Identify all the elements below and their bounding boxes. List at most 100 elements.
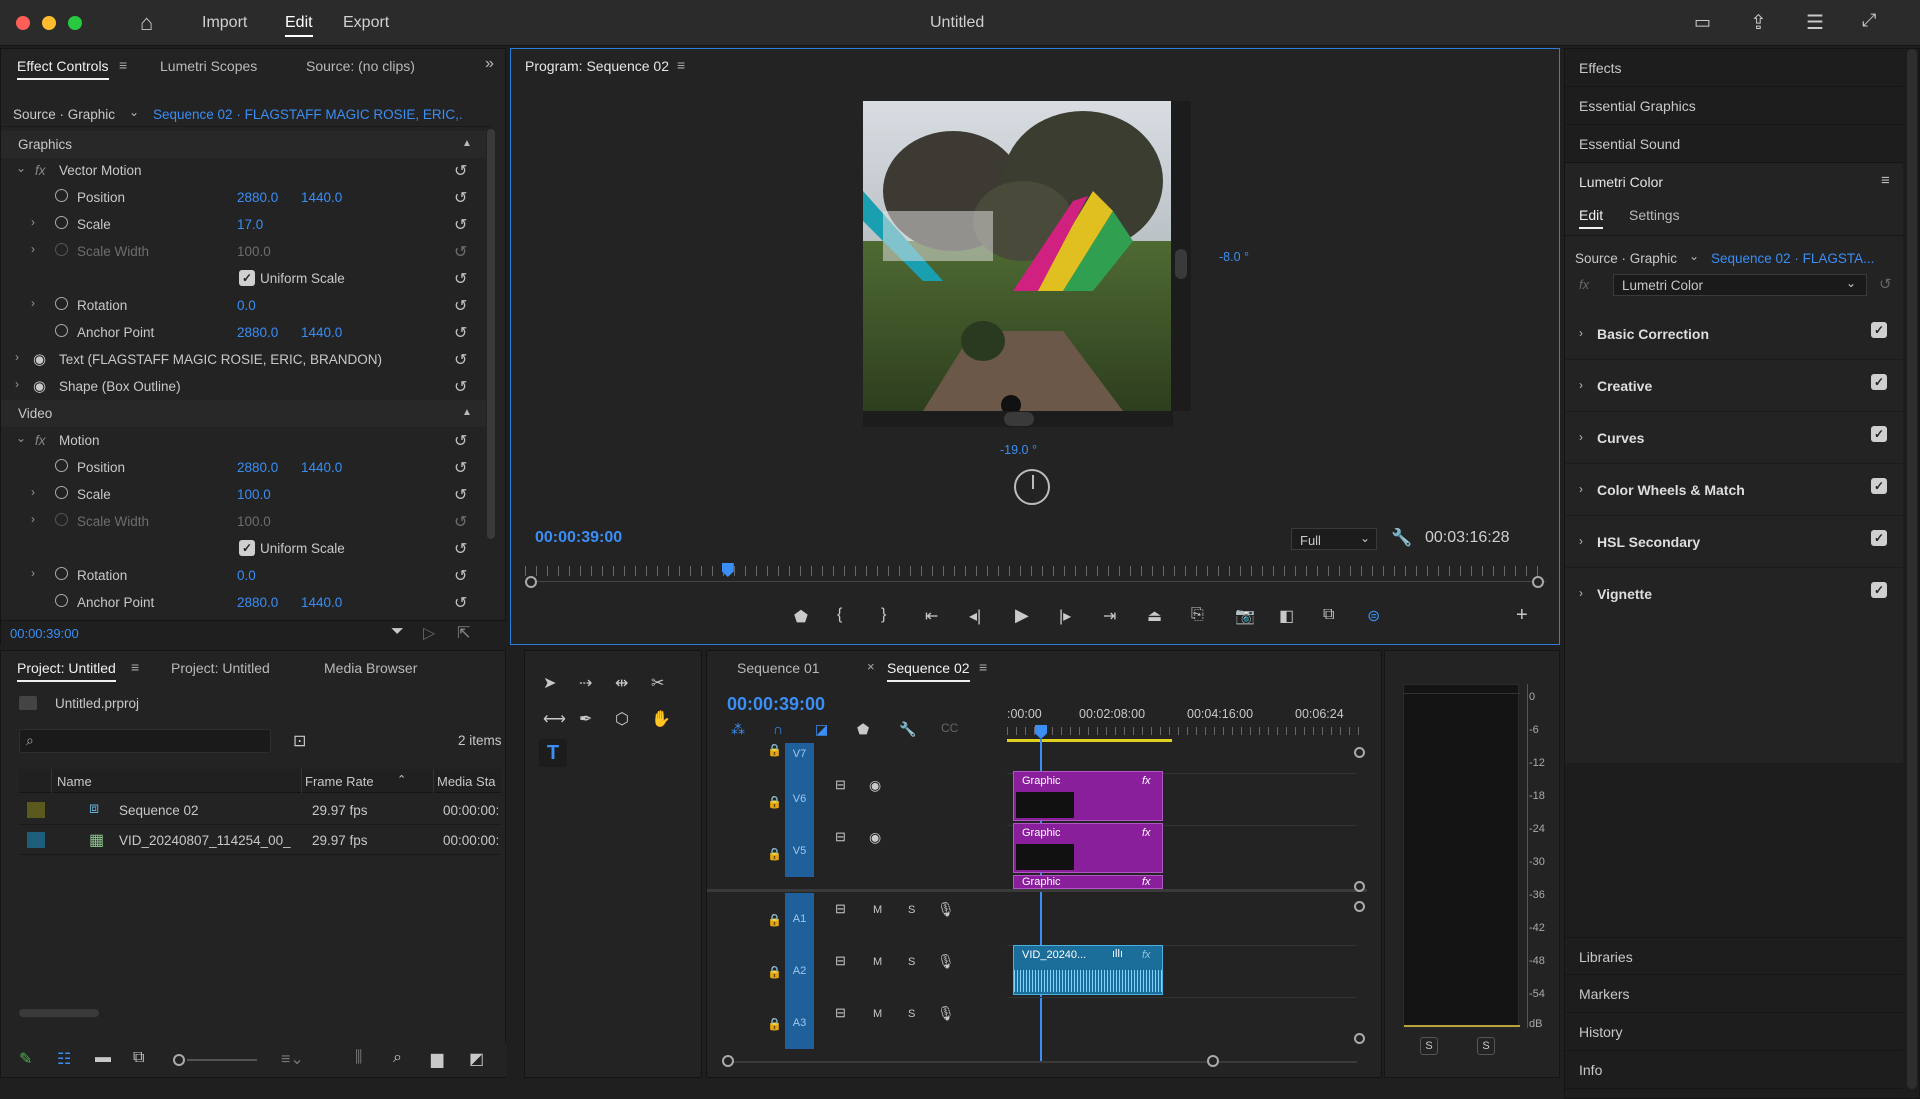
horizontal-rotation-handle[interactable]: [1004, 412, 1034, 426]
toggle-sync-lock-icon[interactable]: ⊟: [835, 901, 846, 917]
microphone-icon[interactable]: 🎙: [937, 1005, 955, 1022]
toggle-sync-lock-icon[interactable]: ⊟: [835, 829, 846, 845]
libraries-item[interactable]: Libraries: [1565, 937, 1903, 975]
section-vignette[interactable]: › Vignette ✓: [1565, 568, 1903, 620]
wrench-icon[interactable]: 🔧: [1391, 528, 1412, 548]
anchor-x-value[interactable]: 2880.0: [237, 325, 278, 340]
overflow-tabs-icon[interactable]: »: [485, 55, 494, 73]
section-creative[interactable]: › Creative ✓: [1565, 360, 1903, 412]
tab-project-untitled[interactable]: Project: Untitled: [17, 660, 116, 682]
effect-select[interactable]: Lumetri Color ⌄: [1613, 274, 1867, 296]
table-row[interactable]: ⧈ Sequence 02 29.97 fps 00:00:00:: [19, 795, 501, 825]
section-curves[interactable]: › Curves ✓: [1565, 412, 1903, 464]
video-frame[interactable]: [863, 101, 1173, 415]
zoom-handle-left[interactable]: [525, 576, 537, 588]
chevron-right-icon[interactable]: ›: [1579, 586, 1583, 600]
color-wheels-checkbox[interactable]: ✓: [1871, 478, 1887, 494]
chevron-right-icon[interactable]: ›: [31, 296, 35, 310]
history-item[interactable]: History: [1565, 1013, 1903, 1051]
mute-button[interactable]: M: [873, 904, 882, 916]
go-to-out-icon[interactable]: ⇥: [1103, 606, 1116, 626]
lumetri-sequence-selector[interactable]: Sequence 02 · FLAGSTA...: [1711, 251, 1874, 266]
share-icon[interactable]: ⇪: [1750, 10, 1767, 35]
microphone-icon[interactable]: 🎙: [937, 901, 955, 918]
menu-export[interactable]: Export: [343, 14, 389, 32]
play-audio-icon[interactable]: ▷: [423, 623, 435, 643]
menu-edit[interactable]: Edit: [285, 14, 313, 37]
workspaces-icon[interactable]: ☰: [1806, 10, 1824, 35]
column-name[interactable]: Name: [57, 774, 92, 789]
hand-tool-icon[interactable]: ✋: [651, 709, 671, 729]
freeform-view-icon[interactable]: ⧉: [133, 1049, 144, 1067]
fx-icon[interactable]: fx: [1579, 277, 1589, 292]
go-to-in-icon[interactable]: ⇤: [925, 606, 938, 626]
reset-icon[interactable]: ↺: [454, 566, 467, 586]
audio-clip-a2[interactable]: VID_20240... ıllı fx: [1013, 945, 1163, 995]
solo-button[interactable]: S: [908, 1008, 915, 1020]
basic-correction-checkbox[interactable]: ✓: [1871, 322, 1887, 338]
panel-menu-icon[interactable]: ≡: [131, 659, 139, 675]
track-v7[interactable]: V7: [785, 743, 814, 773]
tab-lumetri-edit[interactable]: Edit: [1579, 207, 1604, 229]
text-layer-row[interactable]: › ◉ Text (FLAGSTAFF MAGIC ROSIE, ERIC, B…: [1, 346, 486, 373]
graphic-clip-v5[interactable]: Graphic fx: [1013, 823, 1163, 873]
hsl-secondary-checkbox[interactable]: ✓: [1871, 530, 1887, 546]
lock-icon[interactable]: 🔒: [767, 795, 782, 809]
stopwatch-icon[interactable]: [55, 486, 68, 499]
lock-icon[interactable]: 🔒: [767, 743, 782, 757]
toggle-sync-lock-icon[interactable]: ⊟: [835, 1005, 846, 1021]
sort-ascending-icon[interactable]: ⌃: [397, 773, 406, 786]
rotation-value[interactable]: 0.0: [237, 298, 256, 313]
chevron-right-icon[interactable]: ›: [1579, 482, 1583, 496]
snap-icon[interactable]: ∩: [773, 721, 783, 737]
anchor-y-value[interactable]: 1440.0: [301, 325, 342, 340]
comparison-view-icon[interactable]: ◧: [1279, 606, 1294, 626]
reset-icon[interactable]: ↺: [1879, 275, 1892, 293]
eye-icon[interactable]: ◉: [33, 350, 46, 368]
chevron-down-icon[interactable]: ⌄: [129, 105, 139, 119]
collapse-icon[interactable]: ▲: [462, 138, 472, 149]
ripple-edit-tool-icon[interactable]: ⇹: [615, 673, 628, 693]
uniform-scale-checkbox[interactable]: ✓: [239, 270, 255, 286]
zoom-slider-track[interactable]: [187, 1059, 257, 1061]
shape-tool-icon[interactable]: ⬡: [615, 709, 629, 729]
solo-left-button[interactable]: S: [1420, 1037, 1438, 1055]
program-timecode[interactable]: 00:00:39:00: [535, 529, 622, 547]
reset-icon[interactable]: ↺: [454, 350, 467, 370]
nest-toggle-icon[interactable]: ⁂: [731, 721, 745, 738]
motion-row[interactable]: ⌄ fx Motion ↺: [1, 427, 486, 454]
step-back-icon[interactable]: ◂|: [969, 606, 981, 626]
solo-right-button[interactable]: S: [1477, 1037, 1495, 1055]
pen-tool-icon[interactable]: ✒: [579, 709, 592, 729]
icon-view-icon[interactable]: ▬: [95, 1049, 111, 1067]
uniform-scale-checkbox[interactable]: ✓: [239, 540, 255, 556]
stopwatch-icon[interactable]: [55, 189, 68, 202]
anchor-x-value[interactable]: 2880.0: [237, 595, 278, 610]
add-marker-icon[interactable]: ⬟: [857, 721, 869, 738]
eye-icon[interactable]: ◉: [869, 829, 881, 846]
rotation-dial[interactable]: [1014, 469, 1050, 505]
track-a1[interactable]: A1: [785, 893, 814, 945]
chevron-right-icon[interactable]: ›: [15, 377, 19, 391]
reset-icon[interactable]: ↺: [454, 188, 467, 208]
find-icon[interactable]: ⌕: [393, 1049, 402, 1067]
linked-selection-icon[interactable]: ◪: [815, 721, 828, 738]
list-view-icon[interactable]: ☷: [57, 1049, 71, 1069]
horizontal-scrollbar[interactable]: [19, 1009, 99, 1017]
position-y-value[interactable]: 1440.0: [301, 190, 342, 205]
new-item-icon[interactable]: ◩: [469, 1049, 484, 1069]
reset-icon[interactable]: ↺: [454, 458, 467, 478]
reset-icon[interactable]: ↺: [454, 485, 467, 505]
chevron-down-icon[interactable]: ⌄: [1689, 249, 1699, 263]
quality-select[interactable]: Full ⌄: [1291, 528, 1377, 550]
stopwatch-icon[interactable]: [55, 297, 68, 310]
eye-icon[interactable]: ◉: [869, 777, 881, 794]
right-panel-scrollbar[interactable]: [1907, 49, 1917, 1089]
reset-icon[interactable]: ↺: [454, 296, 467, 316]
slip-tool-icon[interactable]: ⟷: [543, 709, 566, 729]
markers-item[interactable]: Markers: [1565, 975, 1903, 1013]
fx-icon[interactable]: fx: [35, 433, 46, 448]
marker-icon[interactable]: ⬟: [794, 607, 808, 627]
stopwatch-icon[interactable]: [55, 324, 68, 337]
anchor-y-value[interactable]: 1440.0: [301, 595, 342, 610]
